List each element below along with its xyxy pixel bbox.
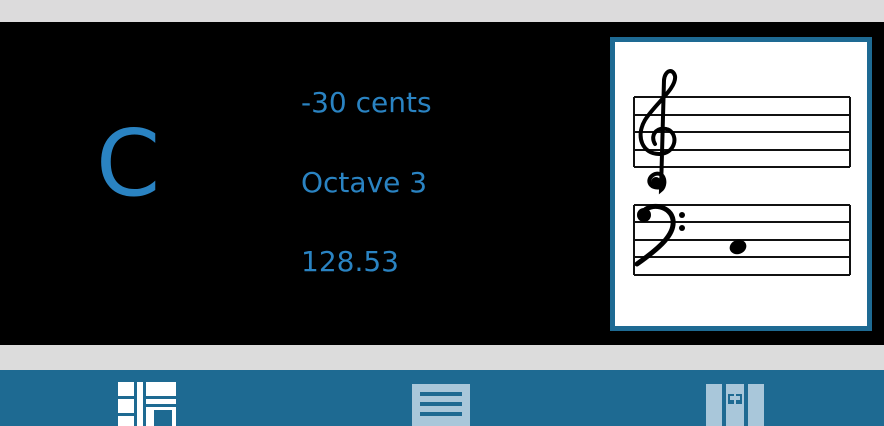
treble-clef-tail bbox=[651, 177, 661, 187]
piano-keys-icon bbox=[706, 384, 764, 426]
status-strip bbox=[0, 0, 884, 22]
bass-clef-icon bbox=[634, 203, 685, 267]
treble-clef-icon bbox=[638, 69, 678, 195]
tab-list[interactable] bbox=[408, 380, 478, 426]
treble-staff-lines bbox=[633, 96, 851, 168]
tuner-grid-icon bbox=[118, 382, 176, 426]
tab-piano[interactable] bbox=[702, 380, 772, 426]
note-name: C bbox=[96, 110, 161, 217]
tab-bar bbox=[0, 370, 884, 426]
list-icon bbox=[412, 384, 470, 426]
staff-display bbox=[610, 37, 872, 331]
cents-readout: -30 cents bbox=[301, 86, 432, 119]
frequency-readout: 128.53 bbox=[301, 245, 399, 278]
separator-strip bbox=[0, 345, 884, 370]
tab-tuner[interactable] bbox=[112, 380, 182, 426]
octave-readout: Octave 3 bbox=[301, 166, 428, 199]
grand-staff bbox=[633, 69, 851, 276]
staff-canvas bbox=[615, 42, 867, 326]
